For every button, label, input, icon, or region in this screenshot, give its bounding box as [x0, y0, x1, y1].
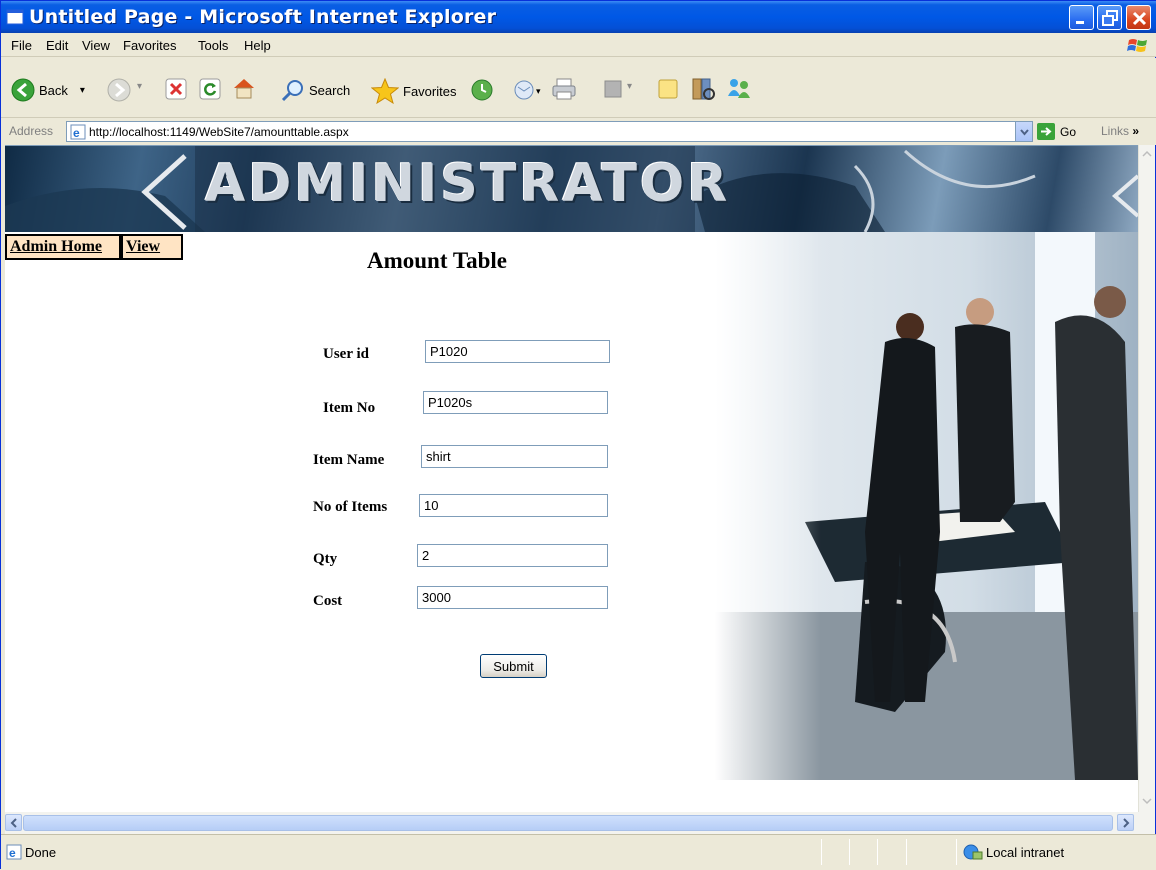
address-bar: Address e http://localhost:1149/WebSite7… [1, 118, 1156, 145]
search-icon [281, 80, 303, 102]
scroll-left-icon [10, 818, 17, 828]
home-icon[interactable] [231, 76, 257, 100]
address-dropdown-button[interactable] [1015, 122, 1032, 141]
menu-tools[interactable]: Tools [198, 38, 228, 53]
address-url: http://localhost:1149/WebSite7/amounttab… [89, 125, 349, 139]
edit-dropdown-icon[interactable]: ▾ [627, 81, 632, 92]
ie-page-icon: e [70, 124, 86, 140]
status-divider [821, 839, 822, 865]
toolbar: Back ▾ ▾ Search Favorites ▾ ▾ [1, 58, 1156, 118]
mail-icon[interactable]: ▾ [514, 78, 544, 102]
favorites-star-icon [371, 78, 399, 104]
messenger-icon[interactable] [725, 76, 753, 102]
go-arrow-icon [1037, 123, 1055, 140]
go-button[interactable]: Go [1037, 123, 1076, 140]
status-divider [849, 839, 850, 865]
admin-banner: ADMINISTRATOR [5, 146, 1138, 232]
banner-title: ADMINISTRATOR [205, 154, 731, 214]
cost-input[interactable] [417, 586, 608, 609]
history-icon[interactable] [470, 78, 494, 102]
back-dropdown-icon[interactable]: ▾ [80, 85, 85, 96]
scroll-right-button[interactable] [1117, 814, 1134, 831]
browser-window: Untitled Page - Microsoft Internet Explo… [0, 0, 1156, 870]
address-label: Address [9, 124, 54, 138]
back-arrow-icon [11, 78, 35, 102]
nav-admin-home-label: Admin Home [10, 238, 102, 255]
office-meeting-photo [715, 232, 1138, 780]
address-input[interactable]: e http://localhost:1149/WebSite7/amountt… [66, 121, 1033, 142]
label-item-name: Item Name [313, 452, 385, 468]
page-done-icon: e [6, 844, 22, 860]
security-zone-label: Local intranet [986, 845, 1065, 860]
menu-bar: File Edit View Favorites Tools Help [1, 33, 1156, 57]
research-icon[interactable] [690, 76, 716, 102]
minimize-button[interactable] [1069, 5, 1094, 30]
title-bar[interactable]: Untitled Page - Microsoft Internet Explo… [1, 1, 1156, 33]
local-intranet-icon [963, 844, 983, 860]
refresh-icon[interactable] [199, 78, 221, 100]
scroll-left-button[interactable] [5, 814, 22, 831]
maximize-button[interactable] [1097, 5, 1122, 30]
status-bar: e Done Local intranet [1, 834, 1156, 870]
menu-view[interactable]: View [82, 38, 110, 53]
label-qty: Qty [313, 551, 338, 567]
page-viewport: ADMINISTRATOR Admin Home View Amount Tab… [5, 145, 1138, 812]
svg-text:▾: ▾ [536, 86, 541, 96]
search-label: Search [309, 82, 351, 98]
label-user-id: User id [323, 346, 369, 362]
menu-edit[interactable]: Edit [46, 38, 68, 53]
menu-help[interactable]: Help [244, 38, 271, 53]
nav-view-label: View [126, 238, 161, 255]
nav-view[interactable]: View [121, 234, 183, 260]
page-title: Amount Table [367, 248, 507, 273]
links-toolbar[interactable]: Links » [1101, 124, 1139, 138]
menu-file[interactable]: File [11, 38, 32, 53]
favorites-button[interactable]: Favorites [371, 78, 456, 104]
qty-input[interactable] [417, 544, 608, 567]
stop-icon[interactable] [165, 78, 187, 100]
close-button[interactable] [1126, 5, 1151, 30]
status-divider [877, 839, 878, 865]
horizontal-scroll-thumb[interactable] [23, 815, 1113, 831]
forward-dropdown-icon[interactable]: ▾ [137, 81, 142, 92]
status-divider [956, 839, 957, 865]
nav-admin-home[interactable]: Admin Home [5, 234, 121, 260]
svg-text:e: e [73, 126, 80, 140]
status-text: Done [25, 845, 57, 860]
label-no-of-items: No of Items [313, 499, 388, 515]
minimize-icon [1076, 21, 1084, 24]
window-title: Untitled Page - Microsoft Internet Explo… [29, 6, 497, 28]
edit-icon[interactable] [604, 80, 622, 98]
favorites-label: Favorites [403, 83, 457, 99]
scroll-up-icon[interactable] [1141, 148, 1153, 160]
item-no-input[interactable] [423, 391, 608, 414]
scroll-right-icon [1123, 818, 1130, 828]
label-cost: Cost [313, 593, 343, 609]
no-of-items-input[interactable] [419, 494, 608, 517]
back-button[interactable]: Back ▾ [11, 78, 85, 102]
windows-logo-icon [1127, 39, 1147, 52]
restore-icon [1102, 10, 1118, 26]
print-icon[interactable] [551, 76, 577, 102]
office-photo-illustration [715, 232, 1138, 780]
discuss-icon[interactable] [657, 78, 679, 100]
back-label: Back [39, 82, 68, 98]
horizontal-scrollbar[interactable] [5, 812, 1155, 834]
go-label: Go [1060, 124, 1077, 139]
item-name-input[interactable] [421, 445, 608, 468]
submit-button[interactable]: Submit [480, 654, 547, 678]
svg-text:e: e [9, 846, 16, 860]
status-divider [906, 839, 907, 865]
scroll-down-icon[interactable] [1141, 795, 1153, 807]
menu-favorites[interactable]: Favorites [123, 38, 176, 53]
ie-window-icon [6, 9, 24, 25]
vertical-scrollbar[interactable] [1138, 145, 1155, 812]
forward-arrow-icon[interactable] [107, 78, 131, 102]
links-label: Links [1101, 124, 1130, 138]
close-icon [1132, 11, 1147, 26]
user-id-input[interactable] [425, 340, 610, 363]
search-button[interactable]: Search [281, 78, 350, 102]
label-item-no: Item No [323, 400, 376, 416]
chevron-down-icon [1020, 129, 1029, 136]
